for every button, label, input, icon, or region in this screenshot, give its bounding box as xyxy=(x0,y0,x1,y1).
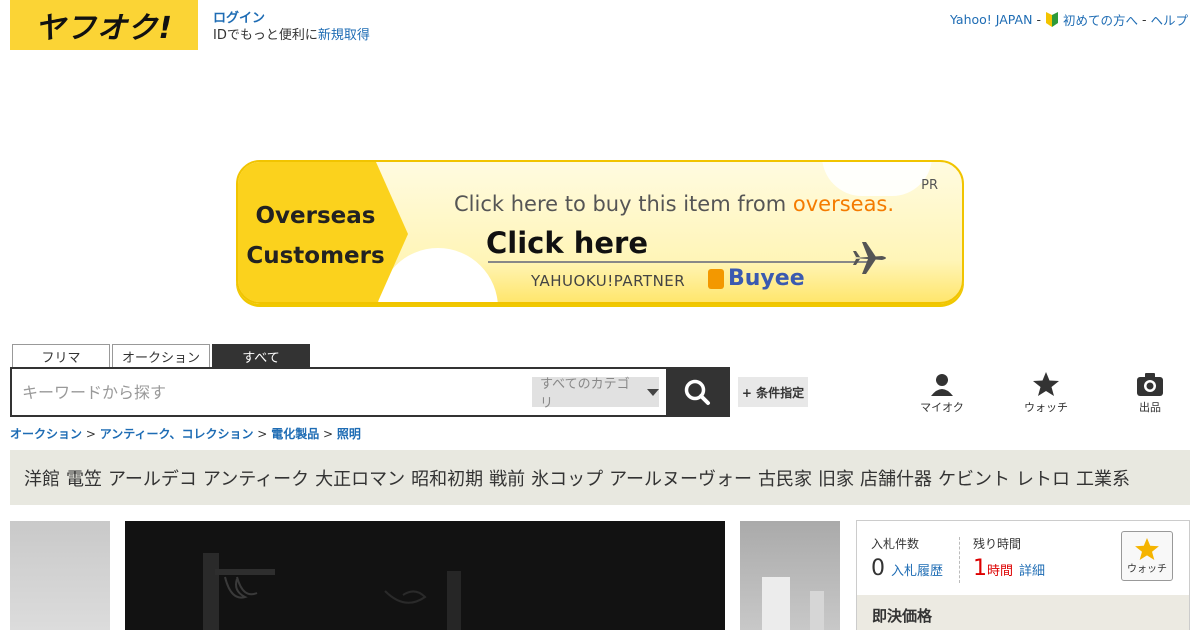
watch-label: ウォッチ xyxy=(1024,401,1068,414)
keyword-link[interactable]: アンティーク xyxy=(203,465,309,491)
breadcrumb: オークション > アンティーク、コレクション > 電化製品 > 照明 xyxy=(10,425,361,442)
condition-button[interactable]: + 条件指定 xyxy=(738,377,808,407)
yahoo-japan-link[interactable]: Yahoo! JAPAN xyxy=(950,12,1032,27)
airplane-icon xyxy=(852,238,892,282)
register-link[interactable]: 新規取得 xyxy=(318,28,370,43)
bids-count: 0 xyxy=(871,556,885,581)
keyword-link[interactable]: アールデコ xyxy=(108,465,197,491)
detail-link[interactable]: 詳細 xyxy=(1019,560,1045,579)
caret-down-icon xyxy=(647,388,659,396)
banner-cloud xyxy=(822,162,932,196)
keyword-link[interactable]: 工業系 xyxy=(1076,465,1130,491)
overseas-buyee-banner[interactable]: Overseas Customers Click here to buy thi… xyxy=(236,160,964,304)
breadcrumb-separator: > xyxy=(257,427,268,441)
myauction-label: マイオク xyxy=(920,401,964,414)
yahuoku-logo[interactable]: ヤフオク! xyxy=(10,0,198,50)
separator: - xyxy=(1036,12,1041,27)
banner-partner: YAHUOKU!PARTNER xyxy=(531,272,686,290)
breadcrumb-separator: > xyxy=(85,427,96,441)
help-link[interactable]: ヘルプ xyxy=(1150,10,1188,29)
banner-overseas-customers: Overseas Customers xyxy=(238,196,393,276)
top-right-links: Yahoo! JAPAN - 初めての方へ - ヘルプ xyxy=(950,10,1188,29)
sell-label: 出品 xyxy=(1139,401,1161,414)
time-left-unit: 時間 xyxy=(987,564,1014,579)
banner-left-line1: Overseas xyxy=(255,203,376,229)
logo-text: ヤフオク! xyxy=(34,11,174,46)
login-block: ログイン IDでもっと便利に新規取得 xyxy=(213,10,370,44)
category-select-label: すべてのカテゴリ xyxy=(540,377,630,411)
next-image-thumbnail[interactable] xyxy=(740,521,840,630)
bids-label: 入札件数 xyxy=(871,537,920,551)
next-thumb-photo xyxy=(762,577,824,630)
keyword-link[interactable]: ケビント xyxy=(938,465,1010,491)
login-sub-text: IDでもっと便利に xyxy=(213,28,318,43)
person-icon xyxy=(931,374,953,396)
bid-history-link[interactable]: 入札履歴 xyxy=(891,560,943,579)
watch-button-label: ウォッチ xyxy=(1127,563,1167,575)
buyee-text: Buyee xyxy=(728,266,805,291)
breadcrumb-item[interactable]: 照明 xyxy=(337,427,361,441)
lamp-photo xyxy=(203,553,461,630)
breadcrumb-item[interactable]: 電化製品 xyxy=(271,427,319,441)
banner-left-line2: Customers xyxy=(246,243,385,269)
keyword-link[interactable]: 昭和初期 xyxy=(411,465,483,491)
bids-count-block: 入札件数 0 入札履歴 xyxy=(871,535,943,581)
divider xyxy=(959,537,960,583)
star-icon xyxy=(1135,537,1159,560)
banner-headline-accent: overseas. xyxy=(792,192,895,216)
banner-headline-text: Click here to buy this item from xyxy=(454,192,793,216)
related-keywords-bar: 洋館 電笠 アールデコ アンティーク 大正ロマン 昭和初期 戦前 氷コップ アー… xyxy=(10,450,1190,505)
time-left-label: 残り時間 xyxy=(973,537,1022,551)
star-icon xyxy=(1033,372,1059,396)
keyword-link[interactable]: 古民家 xyxy=(758,465,812,491)
time-left-value: 1 xyxy=(973,556,987,581)
bid-panel: 入札件数 0 入札履歴 残り時間 1時間 詳細 ウォッチ 即決価格 xyxy=(856,520,1190,630)
header-icon-links: マイオク ウォッチ 出品 xyxy=(890,372,1200,415)
tab-furima[interactable]: フリマ xyxy=(12,344,110,368)
previous-image-thumbnail[interactable] xyxy=(10,521,110,630)
first-time-link[interactable]: 初めての方へ xyxy=(1063,10,1138,29)
banner-click-here[interactable]: Click here xyxy=(486,226,648,260)
breadcrumb-item[interactable]: オークション xyxy=(10,427,82,441)
buy-now-price-label: 即決価格 xyxy=(857,595,1189,630)
keyword-link[interactable]: アールヌーヴォー xyxy=(609,465,752,491)
keyword-link[interactable]: 大正ロマン xyxy=(315,465,405,491)
plane-trail xyxy=(488,261,868,263)
buyee-bag-icon xyxy=(708,268,724,289)
main-product-image[interactable] xyxy=(125,521,725,630)
category-select[interactable]: すべてのカテゴリ xyxy=(532,377,659,411)
breadcrumb-item[interactable]: アンティーク、コレクション xyxy=(100,427,254,441)
login-link[interactable]: ログイン xyxy=(213,10,370,27)
keyword-link[interactable]: 店舗什器 xyxy=(860,465,932,491)
beginner-leaf-icon xyxy=(1045,11,1059,28)
keyword-link[interactable]: 電笠 xyxy=(66,465,102,491)
separator: - xyxy=(1141,12,1147,27)
keyword-link[interactable]: 氷コップ xyxy=(531,465,603,491)
keyword-link[interactable]: レトロ xyxy=(1016,465,1070,491)
keyword-link[interactable]: 洋館 xyxy=(24,465,60,491)
camera-icon xyxy=(1137,373,1163,396)
watch-button[interactable]: ウォッチ xyxy=(1121,531,1173,581)
pr-label: PR xyxy=(921,178,938,193)
sell-link[interactable]: 出品 xyxy=(1098,372,1200,415)
search-button[interactable] xyxy=(666,369,728,415)
keyword-link[interactable]: 戦前 xyxy=(489,465,525,491)
banner-headline: Click here to buy this item from oversea… xyxy=(454,192,894,216)
tab-all[interactable]: すべて xyxy=(212,344,310,368)
watch-link[interactable]: ウォッチ xyxy=(994,372,1098,415)
time-left-block: 残り時間 1時間 詳細 xyxy=(973,535,1045,581)
myauction-link[interactable]: マイオク xyxy=(890,372,994,415)
keyword-link[interactable]: 旧家 xyxy=(818,465,854,491)
search-icon xyxy=(684,379,710,405)
buyee-logo: Buyee xyxy=(708,266,805,291)
breadcrumb-separator: > xyxy=(323,427,334,441)
search-box: すべてのカテゴリ xyxy=(10,367,730,417)
search-tabs: フリマ オークション すべて xyxy=(12,344,310,368)
tab-auction[interactable]: オークション xyxy=(112,344,210,368)
